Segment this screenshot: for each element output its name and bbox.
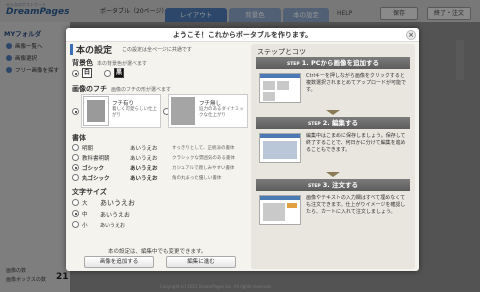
step-title: 注文する <box>331 181 358 189</box>
font-option-mincho[interactable]: 明朝 あいうえお すっきりとして、正統派の書体 <box>72 143 248 152</box>
steps-tips-panel: ステップとコツ STEP 1. PCから画像を追加する Ctrlキーを押しながら画… <box>251 44 415 269</box>
arrow-down-icon <box>326 110 340 115</box>
font-name: 丸ゴシック <box>82 176 110 182</box>
font-desc: 角の丸まった優しい書体 <box>172 175 222 181</box>
frame-off-name: フチ無し <box>199 101 222 107</box>
font-option-gothic[interactable]: ゴシック あいうえお カジュアルで親しみやすい書体 <box>72 163 248 172</box>
frame-subtitle: 画像のフチの形が選べます <box>111 87 172 93</box>
font-gothic-radio[interactable] <box>72 164 79 171</box>
font-sample: あいうえお <box>130 146 158 152</box>
frame-on-option[interactable]: フチ有り 着しく可愛らしい仕上がり <box>81 94 161 128</box>
add-image-button[interactable]: 画像を追加する <box>84 256 154 268</box>
step-number: 2 <box>322 119 328 127</box>
frame-section-title: 画像のフチ 画像のフチの形が選べます <box>72 84 171 94</box>
dialog-header: ようこそ！これからポータブルを作ります。 × <box>66 28 419 42</box>
font-desc: クラシックな雰囲気のある書体 <box>172 155 235 161</box>
step-number: 3 <box>322 181 328 189</box>
frame-on-desc: 着しく可愛らしい仕上がり <box>112 107 157 118</box>
step-3-text: 画像やテキストの入力欄はすべて埋めなくても注文できます。仕上がりイメージを確認し… <box>306 195 406 215</box>
size-section-title: 文字サイズ <box>72 188 107 196</box>
size-large-radio[interactable] <box>72 199 79 206</box>
proceed-to-edit-button[interactable]: 編集に進む <box>166 256 236 268</box>
step-word: STEP <box>308 122 321 127</box>
step-3-body: 画像やテキストの入力欄はすべて埋めなくても注文できます。仕上がりイメージを確認し… <box>256 191 410 236</box>
font-sample: あいうえお <box>130 156 158 162</box>
size-sample: あいうえお <box>100 199 135 207</box>
settings-title: 本の設定 <box>76 46 113 56</box>
size-option-medium[interactable]: 中 あいうえお <box>72 209 172 219</box>
tips-title: ステップとコツ <box>257 48 306 56</box>
size-label: 中 <box>82 212 88 218</box>
title-accent-bar <box>70 44 73 55</box>
size-label: 小 <box>82 223 88 229</box>
bg-white-radio[interactable] <box>72 70 79 77</box>
step-3-illustration <box>259 195 301 225</box>
step-word: STEP <box>308 184 321 189</box>
step-2-illustration <box>259 133 301 163</box>
size-sample: あいうえお <box>100 223 126 229</box>
size-medium-radio[interactable] <box>72 210 79 217</box>
step-number: 1 <box>301 59 307 67</box>
bg-color-section-title: 背景色 本の背景色が選べます <box>72 58 147 68</box>
frame-off-option[interactable]: フチ無し 迫力のあるダイナミックな仕上がり <box>168 94 248 128</box>
welcome-dialog: ようこそ！これからポータブルを作ります。 × 本の設定 この設定は全ページに共通… <box>66 28 419 271</box>
font-section-title: 書体 <box>72 134 86 142</box>
step-2-body: 編集中はこまめに保存しましょう。保存して終了することで、何日かに分けて編集を進め… <box>256 129 410 169</box>
font-textbook-radio[interactable] <box>72 154 79 161</box>
font-mincho-radio[interactable] <box>72 144 79 151</box>
font-desc: すっきりとして、正統派の書体 <box>172 145 235 151</box>
frame-on-radio[interactable] <box>72 108 79 115</box>
size-label: 大 <box>82 201 88 207</box>
step-title: PCから画像を追加する <box>310 59 379 67</box>
font-name: ゴシック <box>82 166 105 172</box>
step-word: STEP <box>287 62 300 67</box>
font-option-maru-gothic[interactable]: 丸ゴシック あいうえお 角の丸まった優しい書体 <box>72 173 248 182</box>
size-option-large[interactable]: 大 あいうえお <box>72 198 172 207</box>
frame-off-desc: 迫力のあるダイナミックな仕上がり <box>199 107 244 118</box>
dialog-title: ようこそ！これからポータブルを作ります。 <box>172 31 313 39</box>
close-icon[interactable]: × <box>406 30 416 40</box>
step-1-body: Ctrlキーを押しながら画像をクリックすると複数選択されまとめてアップロードが可… <box>256 69 410 107</box>
frame-title: 画像のフチ <box>72 85 107 93</box>
step-1-illustration <box>259 73 301 103</box>
font-name: 明朝 <box>82 146 94 152</box>
step-2-bar: STEP 2. 編集する <box>256 117 410 129</box>
frame-on-thumbnail <box>84 97 108 125</box>
step-1-text: Ctrlキーを押しながら画像をクリックすると複数選択されまとめてアップロードが可… <box>306 73 407 93</box>
font-maru-radio[interactable] <box>72 174 79 181</box>
step-3-bar: STEP 3. 注文する <box>256 179 410 191</box>
frame-on-name: フチ有り <box>112 101 135 107</box>
font-sample: あいうえお <box>130 166 158 172</box>
bg-color-title: 背景色 <box>72 59 93 67</box>
bg-white-swatch[interactable]: 白 <box>82 68 92 78</box>
step-2-text: 編集中はこまめに保存しましょう。保存して終了することで、何日かに分けて編集を進め… <box>306 133 406 153</box>
book-settings-panel: 本の設定 この設定は全ページに共通です 背景色 本の背景色が選べます 白 黒 画像… <box>70 44 248 269</box>
size-option-small[interactable]: 小 あいうえお <box>72 220 172 229</box>
bg-color-subtitle: 本の背景色が選べます <box>97 61 148 67</box>
step-title: 編集する <box>331 119 358 127</box>
step-1-bar: STEP 1. PCから画像を追加する <box>256 57 410 69</box>
settings-note: この設定は全ページに共通です <box>122 47 192 53</box>
font-option-textbook-mincho[interactable]: 教科書明朝 あいうえお クラシックな雰囲気のある書体 <box>72 153 248 162</box>
size-small-radio[interactable] <box>72 221 79 228</box>
settings-change-note: 本の設定は、編集中でも変更できます。 <box>108 249 207 255</box>
size-sample: あいうえお <box>100 212 131 219</box>
bg-black-swatch[interactable]: 黒 <box>114 68 124 78</box>
font-name: 教科書明朝 <box>82 156 110 162</box>
font-sample: あいうえお <box>130 176 158 182</box>
bg-black-radio[interactable] <box>104 70 111 77</box>
arrow-down-icon <box>326 172 340 177</box>
font-desc: カジュアルで親しみやすい書体 <box>172 165 235 171</box>
frame-off-thumbnail <box>171 97 195 125</box>
